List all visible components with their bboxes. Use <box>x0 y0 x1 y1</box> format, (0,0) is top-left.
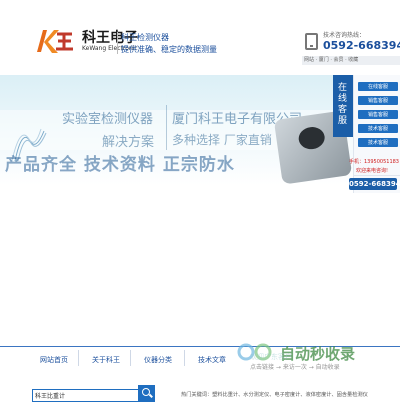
service-welcome: 欢迎来电咨询! <box>356 168 389 174</box>
service-divider <box>353 175 400 176</box>
hotline-label: 技术咨询热线： <box>323 32 366 39</box>
nav-item-home[interactable]: 网站首页 <box>40 355 68 365</box>
header-divider <box>117 32 118 54</box>
service-item-label[interactable]: 技术客服 <box>358 139 398 146</box>
service-item-label[interactable]: 销售客服 <box>358 111 398 118</box>
service-mobile: 手机：13950051183 <box>349 159 399 165</box>
hot-keywords[interactable]: 热门关键词：塑料比重计、水分测定仪、电子密度计、液体密度计、固含量检测仪 <box>181 391 368 398</box>
nav-item-about[interactable]: 关于科王 <box>92 355 120 365</box>
service-phone-button[interactable]: 0592-6683945 <box>349 178 400 190</box>
service-item-label[interactable]: 技术客服 <box>358 125 398 132</box>
nav-item-categories[interactable]: 仪器分类 <box>144 355 172 365</box>
nav-separator <box>184 350 185 366</box>
kewang-logo[interactable] <box>34 26 74 56</box>
hotline-number: 0592-6683945 <box>323 39 400 52</box>
phone-icon <box>305 33 318 50</box>
banner-tagline: 多种选择 厂家直销 <box>172 133 272 147</box>
service-item-sales-2[interactable]: 销售客服 <box>358 110 398 119</box>
service-item-label[interactable]: 销售客服 <box>358 97 398 104</box>
service-item-sales-1[interactable]: 销售客服 <box>358 96 398 105</box>
service-item-label[interactable]: 在线客服 <box>358 83 398 90</box>
device-opening <box>297 125 327 151</box>
banner-headline-2: 解决方案 <box>102 135 155 150</box>
watermark-faint-text: 欢迎广东客户 <box>250 353 292 361</box>
nav-separator <box>130 350 131 366</box>
banner-headline-1: 实验室检测仪器 <box>62 112 154 127</box>
watermark-subtext: 点击链接 → 来访一次 → 自动收录 <box>250 364 340 371</box>
search-input[interactable] <box>35 390 135 401</box>
nav-separator <box>78 350 79 366</box>
search-button[interactable] <box>138 385 155 402</box>
service-item-online[interactable]: 在线客服 <box>358 82 398 91</box>
nav-item-articles[interactable]: 技术文章 <box>198 355 226 365</box>
banner-divider <box>166 105 167 150</box>
top-link-strip[interactable]: 网站 · 厦门 · 会员 · 收藏 <box>302 56 400 65</box>
site-header: 科王电子 KeWang Electronic 科王检测仪器 提供准确、稳定的数据… <box>0 0 400 75</box>
service-phone-number[interactable]: 0592-6683945 <box>349 180 400 188</box>
service-item-tech-1[interactable]: 技术客服 <box>358 124 398 133</box>
product-search-box[interactable] <box>32 389 154 402</box>
slogan-title: 科王检测仪器 <box>121 33 169 42</box>
banner-big-text: 产品齐全 技术资料 正宗防水 <box>5 155 235 175</box>
online-service-tab[interactable]: 在线客服 <box>333 75 353 137</box>
top-link-text[interactable]: 网站 · 厦门 · 会员 · 收藏 <box>304 56 358 63</box>
service-item-tech-2[interactable]: 技术客服 <box>358 138 398 147</box>
slogan-subtitle: 提供准确、稳定的数据测量 <box>121 45 217 54</box>
online-service-tab-label[interactable]: 在线客服 <box>338 83 348 127</box>
